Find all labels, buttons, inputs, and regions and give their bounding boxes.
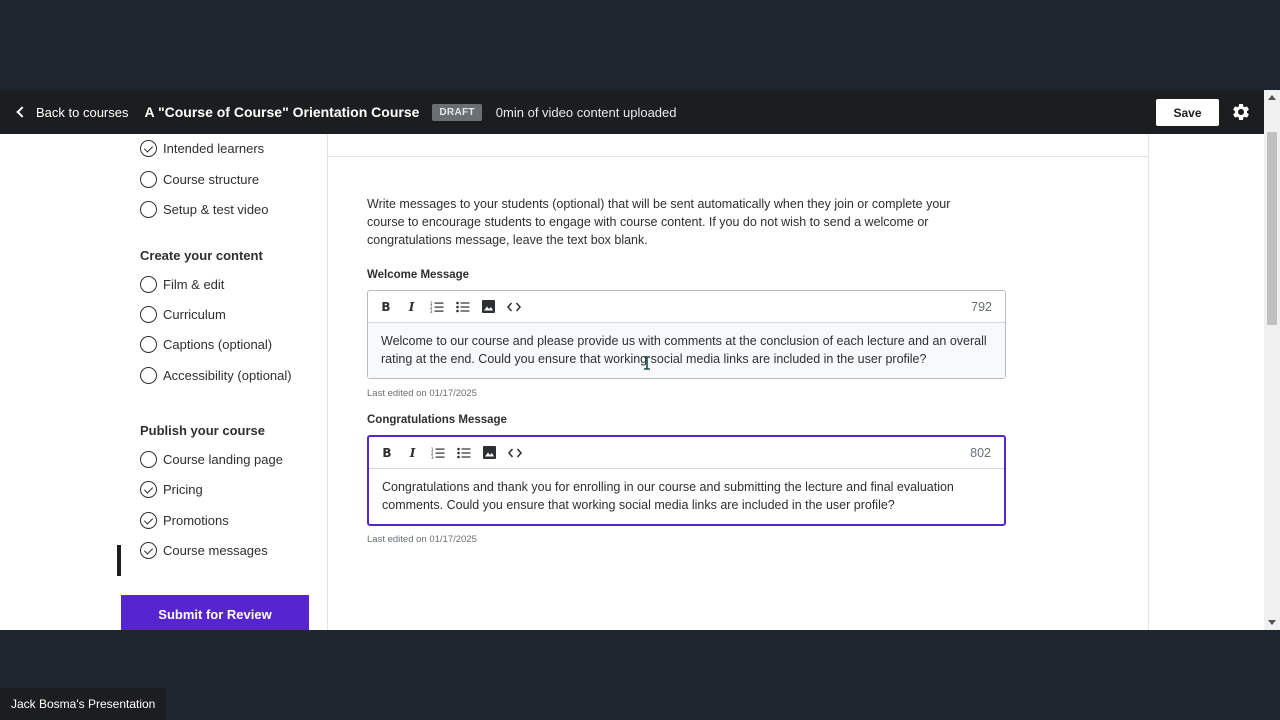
empty-circle-icon [140,336,157,353]
character-counter: 792 [971,300,992,314]
numbered-list-icon[interactable]: 123 [427,297,447,317]
welcome-message-text[interactable]: Welcome to our course and please provide… [368,323,1005,378]
check-circle-icon [140,542,157,559]
intro-text: Write messages to your students (optiona… [367,197,951,247]
sidebar-item-intended-learners[interactable]: Intended learners [140,140,264,157]
sidebar-item-film-edit[interactable]: Film & edit [140,276,224,293]
sidebar-item-label: Accessibility (optional) [163,368,292,383]
italic-icon[interactable]: I [402,297,422,317]
sidebar-item-course-messages[interactable]: Course messages [140,542,268,559]
sidebar-item-pricing[interactable]: Pricing [140,481,203,498]
submit-for-review-button[interactable]: Submit for Review [121,595,309,630]
bulleted-list-icon[interactable] [453,297,473,317]
italic-icon[interactable]: I [403,443,423,463]
empty-circle-icon [140,367,157,384]
empty-circle-icon [140,306,157,323]
section-heading-publish: Publish your course [140,423,265,438]
sidebar-item-course-landing-page[interactable]: Course landing page [140,451,283,468]
sidebar-item-label: Captions (optional) [163,337,273,352]
image-icon[interactable] [479,443,499,463]
text-cursor-icon [644,356,650,370]
sidebar-item-accessibility[interactable]: Accessibility (optional) [140,367,292,384]
upload-status: 0min of video content uploaded [495,104,677,120]
check-circle-icon [140,481,157,498]
course-title: A "Course of Course" Orientation Course [144,104,420,120]
empty-circle-icon [140,276,157,293]
main-content: Write messages to your students (optiona… [327,134,1149,630]
scroll-up-arrow-icon[interactable] [1268,95,1276,100]
empty-circle-icon [140,171,157,188]
presenter-label: Jack Bosma's Presentation [0,688,167,720]
code-icon[interactable] [505,443,525,463]
svg-text:3: 3 [430,309,433,313]
scrollbar[interactable] [1264,90,1280,630]
congratulations-last-edited: Last edited on 01/17/2025 [367,534,477,545]
active-indicator [117,545,121,576]
bold-icon[interactable]: B [377,443,397,463]
sidebar: Intended learners Course structure Setup… [0,134,326,630]
chevron-left-icon [16,106,28,118]
sidebar-item-label: Course messages [163,543,268,558]
status-badge: DRAFT [432,103,482,121]
bulleted-list-icon[interactable] [454,443,474,463]
check-circle-icon [140,140,157,157]
save-button[interactable]: Save [1156,99,1219,126]
back-label: Back to courses [36,104,129,120]
sidebar-item-label: Film & edit [163,277,225,292]
sidebar-item-label: Setup & test video [163,202,269,217]
sidebar-item-curriculum[interactable]: Curriculum [140,306,226,323]
editor-toolbar: B I 123 802 [369,437,1004,469]
code-icon[interactable] [504,297,524,317]
top-bar: Back to courses A "Course of Course" Ori… [0,90,1264,134]
sidebar-item-promotions[interactable]: Promotions [140,512,229,529]
character-counter: 802 [970,446,991,460]
sidebar-item-label: Pricing [163,482,203,497]
back-to-courses-link[interactable]: Back to courses [14,105,129,120]
empty-circle-icon [140,201,157,218]
welcome-message-label: Welcome Message [367,269,470,281]
bold-icon[interactable]: B [376,297,396,317]
sidebar-item-captions[interactable]: Captions (optional) [140,336,272,353]
sidebar-item-label: Intended learners [163,141,265,156]
scroll-thumb[interactable] [1267,132,1277,325]
welcome-message-editor[interactable]: B I 123 792 Welcome to our course and pl… [367,290,1006,379]
image-icon[interactable] [478,297,498,317]
congratulations-message-label: Congratulations Message [367,414,507,426]
section-heading-create: Create your content [140,248,263,263]
sidebar-item-label: Promotions [163,513,229,528]
welcome-last-edited: Last edited on 01/17/2025 [367,388,477,399]
congratulations-message-editor[interactable]: B I 123 802 Congratulations and thank yo… [367,435,1006,526]
divider [328,156,1148,157]
sidebar-item-course-structure[interactable]: Course structure [140,171,259,188]
sidebar-item-label: Course landing page [163,452,283,467]
editor-toolbar: B I 123 792 [368,291,1005,323]
sidebar-item-setup-test-video[interactable]: Setup & test video [140,201,269,218]
congratulations-message-text[interactable]: Congratulations and thank you for enroll… [369,469,1004,524]
check-circle-icon [140,512,157,529]
empty-circle-icon [140,451,157,468]
sidebar-item-label: Course structure [163,172,260,187]
scroll-down-arrow-icon[interactable] [1268,620,1276,625]
svg-text:3: 3 [431,455,434,459]
numbered-list-icon[interactable]: 123 [428,443,448,463]
sidebar-item-label: Curriculum [163,307,226,322]
course-editor-window: Back to courses A "Course of Course" Ori… [0,90,1280,630]
gear-icon[interactable] [1231,102,1251,122]
